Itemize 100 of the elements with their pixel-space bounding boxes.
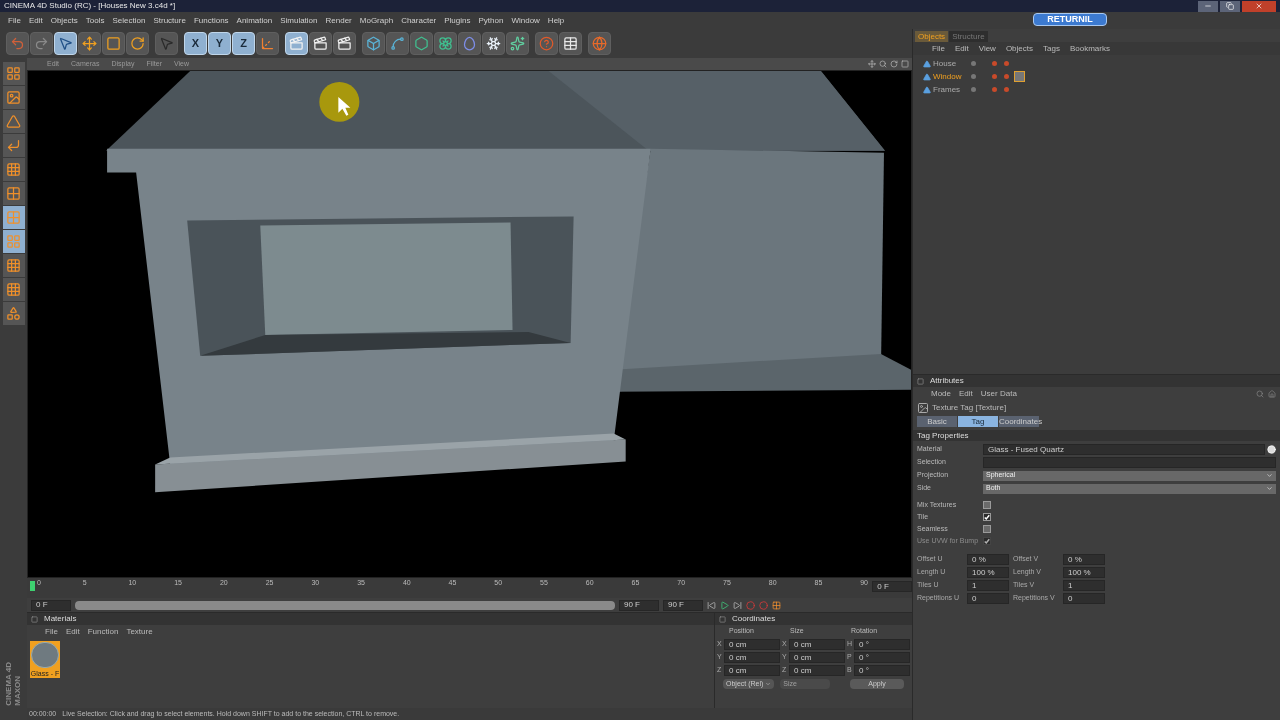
texture-tag-icon[interactable] <box>1014 71 1025 82</box>
coordinate-field[interactable]: 0 ° <box>854 652 910 663</box>
coordinate-field[interactable]: 0 cm <box>724 665 780 676</box>
menu-item[interactable]: Tags <box>1038 42 1065 55</box>
menu-item[interactable]: Edit <box>61 625 84 638</box>
attribute-tab[interactable]: Tag <box>958 416 998 427</box>
close-button[interactable] <box>1242 0 1276 12</box>
menu-item[interactable]: Structure <box>149 14 190 27</box>
max-frame-field[interactable]: 90 F <box>663 599 703 611</box>
toolbar-button[interactable] <box>559 32 582 55</box>
toolbar-button[interactable] <box>333 32 356 55</box>
end-frame-field[interactable]: 90 F <box>619 599 659 611</box>
move-icon[interactable] <box>868 60 876 68</box>
skip-forward-icon[interactable] <box>733 600 742 610</box>
toolbar-button[interactable] <box>386 32 409 55</box>
menu-item[interactable]: Animation <box>232 14 277 27</box>
object-item[interactable]: House <box>913 57 965 70</box>
skip-back-icon[interactable] <box>707 600 716 610</box>
toolbar-button[interactable] <box>482 32 505 55</box>
toolbar-button[interactable] <box>78 32 101 55</box>
tool-button[interactable] <box>2 134 25 157</box>
object-item[interactable]: Window <box>913 70 965 83</box>
tool-button[interactable] <box>2 182 25 205</box>
rotate-icon[interactable] <box>890 60 898 68</box>
number-field[interactable]: 0 % <box>1063 554 1105 565</box>
range-slider[interactable] <box>75 600 615 610</box>
number-field[interactable]: 100 % <box>1063 567 1105 578</box>
tool-button[interactable] <box>2 110 25 133</box>
tool-button[interactable] <box>2 86 25 109</box>
coordinate-field[interactable]: 0 cm <box>724 639 780 650</box>
coordinate-field[interactable]: 0 cm <box>789 665 845 676</box>
coordinate-field[interactable]: 0 ° <box>854 665 910 676</box>
menu-item[interactable]: Mode <box>927 387 955 400</box>
toolbar-button[interactable] <box>102 32 125 55</box>
menu-item[interactable]: File <box>927 42 950 55</box>
menu-item[interactable]: Help <box>543 14 569 27</box>
axis-button[interactable]: X <box>184 32 207 55</box>
menu-item[interactable]: Window <box>507 14 544 27</box>
pick-icon[interactable] <box>1267 445 1276 454</box>
toolbar-button[interactable] <box>410 32 433 55</box>
menu-item[interactable]: Functions <box>189 14 233 27</box>
start-frame-field[interactable]: 0 F <box>31 599 71 611</box>
menu-item[interactable]: User Data <box>976 387 1021 400</box>
menu-item[interactable]: Simulation <box>276 14 322 27</box>
coordinate-field[interactable]: 0 cm <box>724 652 780 663</box>
toolbar-button[interactable] <box>362 32 385 55</box>
coordinate-field[interactable]: 0 cm <box>789 652 845 663</box>
zoom-icon[interactable] <box>879 60 887 68</box>
toolbar-button[interactable] <box>309 32 332 55</box>
tool-button[interactable] <box>2 302 25 325</box>
number-field[interactable]: 0 % <box>967 554 1009 565</box>
toolbar-button[interactable] <box>434 32 457 55</box>
menu-item[interactable]: Objects <box>1000 42 1038 55</box>
maximize-button[interactable] <box>1220 0 1240 12</box>
menu-item[interactable]: Character <box>397 14 441 27</box>
menu-item[interactable]: Edit <box>949 42 974 55</box>
menu-item[interactable]: Objects <box>46 14 82 27</box>
search-icon[interactable] <box>1256 389 1264 398</box>
toolbar-button[interactable] <box>506 32 529 55</box>
menu-item[interactable]: Edit <box>955 387 977 400</box>
number-field[interactable]: 100 % <box>967 567 1009 578</box>
menu-item[interactable]: Selection <box>108 14 150 27</box>
coordinate-field[interactable]: 0 cm <box>789 639 845 650</box>
menu-item[interactable]: Python <box>474 14 508 27</box>
tool-button[interactable] <box>2 230 25 253</box>
tool-button[interactable] <box>2 206 25 229</box>
toolbar-button[interactable] <box>126 32 149 55</box>
axis-button[interactable]: Z <box>232 32 255 55</box>
tool-button[interactable] <box>2 254 25 277</box>
checkbox[interactable] <box>983 525 991 533</box>
selection-field[interactable] <box>983 457 1276 468</box>
menu-item[interactable]: View <box>973 42 1001 55</box>
menu-item[interactable]: Render <box>321 14 356 27</box>
menu-item[interactable]: File <box>4 14 25 27</box>
tool-button[interactable] <box>2 278 25 301</box>
window-icon[interactable] <box>901 60 909 68</box>
menu-item[interactable]: Function <box>83 625 123 638</box>
number-field[interactable]: 0 <box>1063 593 1105 604</box>
tool-button[interactable] <box>2 158 25 181</box>
menu-item[interactable]: Edit <box>24 14 47 27</box>
toolbar-button[interactable] <box>256 32 279 55</box>
keyframe-icon[interactable] <box>772 600 781 610</box>
axis-button[interactable]: Y <box>208 32 231 55</box>
menu-item[interactable]: MoGraph <box>355 14 398 27</box>
number-field[interactable]: 1 <box>1063 580 1105 591</box>
frame-field[interactable]: 0 F <box>872 581 912 592</box>
play-icon[interactable] <box>720 600 729 610</box>
attribute-tab[interactable]: Basic <box>917 416 957 427</box>
tool-button[interactable] <box>2 62 25 85</box>
minimize-button[interactable] <box>1198 0 1218 12</box>
object-item[interactable]: Frames <box>913 83 965 96</box>
checkbox[interactable] <box>983 513 991 521</box>
number-field[interactable]: 0 <box>967 593 1009 604</box>
menu-item[interactable]: Plugins <box>440 14 475 27</box>
menu-item[interactable]: Tools <box>81 14 109 27</box>
checkbox[interactable] <box>983 501 991 509</box>
menu-item[interactable]: Bookmarks <box>1064 42 1115 55</box>
coordinate-field[interactable]: 0 ° <box>854 639 910 650</box>
number-field[interactable]: 1 <box>967 580 1009 591</box>
menu-item[interactable]: Texture <box>122 625 157 638</box>
